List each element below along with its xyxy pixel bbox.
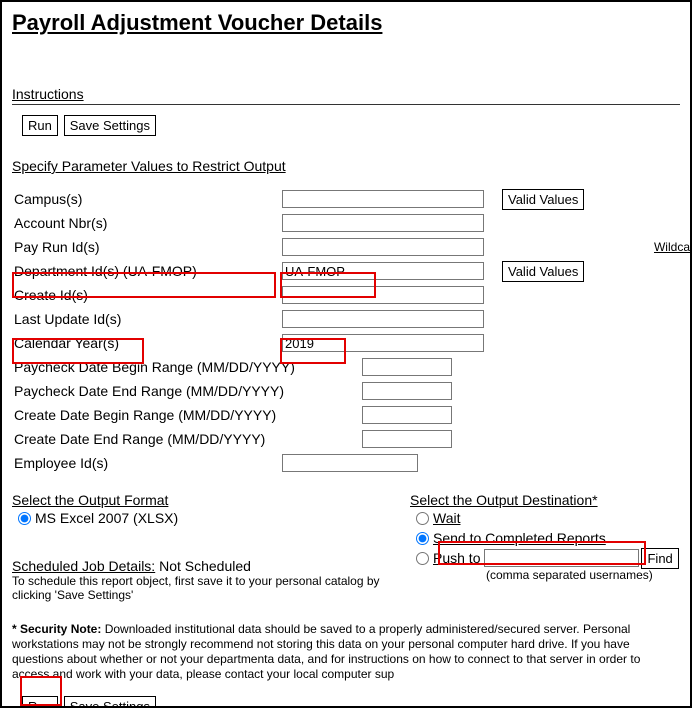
valid-values-button-department[interactable]: Valid Values (502, 261, 584, 282)
dest-send-label[interactable]: Send to Completed Reports (433, 530, 606, 546)
save-settings-button-bottom[interactable]: Save Settings (64, 696, 156, 708)
dest-wait-radio[interactable] (416, 512, 429, 525)
paycheck-begin-label: Paycheck Date Begin Range (MM/DD/YYYY) (12, 359, 362, 375)
run-button[interactable]: Run (22, 115, 58, 136)
paycheck-begin-input[interactable] (362, 358, 452, 376)
divider (12, 104, 680, 105)
calendar-year-label: Calendar Year(s) (12, 335, 282, 351)
create-end-label: Create Date End Range (MM/DD/YYYY) (12, 431, 362, 447)
create-id-label: Create Id(s) (12, 287, 282, 303)
scheduled-value-text: Not Scheduled (159, 558, 251, 574)
output-format-xlsx-label: MS Excel 2007 (XLSX) (35, 510, 178, 526)
employee-id-label: Employee Id(s) (12, 455, 282, 471)
dest-wait-label[interactable]: Wait (433, 510, 460, 526)
create-id-input[interactable] (282, 286, 484, 304)
save-settings-button[interactable]: Save Settings (64, 115, 156, 136)
create-end-input[interactable] (362, 430, 452, 448)
calendar-year-input[interactable] (282, 334, 484, 352)
employee-id-input[interactable] (282, 454, 418, 472)
dest-push-radio[interactable] (416, 552, 429, 565)
wildcard-link[interactable]: Wildca (654, 240, 690, 254)
output-format-xlsx-radio[interactable] (18, 512, 31, 525)
security-note-label: * Security Note: (12, 622, 101, 636)
campus-label: Campus(s) (12, 191, 282, 207)
security-note: * Security Note: Downloaded institutiona… (12, 622, 680, 682)
campus-input[interactable] (282, 190, 484, 208)
output-format-title: Select the Output Format (12, 492, 410, 508)
valid-values-button-campus[interactable]: Valid Values (502, 189, 584, 210)
page-title: Payroll Adjustment Voucher Details (12, 10, 680, 36)
dest-send-radio[interactable] (416, 532, 429, 545)
create-begin-label: Create Date Begin Range (MM/DD/YYYY) (12, 407, 362, 423)
account-nbr-input[interactable] (282, 214, 484, 232)
parameters-section-title: Specify Parameter Values to Restrict Out… (12, 158, 680, 174)
department-id-label: Department Id(s) (UA-FMOP) (12, 263, 282, 279)
create-begin-input[interactable] (362, 406, 452, 424)
comma-note: (comma separated usernames) (486, 568, 680, 582)
find-button[interactable]: Find (641, 548, 678, 569)
department-id-input[interactable] (282, 262, 484, 280)
scheduled-title: Scheduled Job Details: (12, 558, 155, 574)
paycheck-end-input[interactable] (362, 382, 452, 400)
security-note-text: Downloaded institutional data should be … (12, 622, 640, 681)
instructions-heading[interactable]: Instructions (12, 86, 680, 102)
last-update-id-label: Last Update Id(s) (12, 311, 282, 327)
run-button-bottom[interactable]: Run (22, 696, 58, 708)
account-nbr-label: Account Nbr(s) (12, 215, 282, 231)
pay-run-id-input[interactable] (282, 238, 484, 256)
dest-push-label[interactable]: Push to (433, 550, 480, 566)
last-update-id-input[interactable] (282, 310, 484, 328)
scheduled-note: To schedule this report object, first sa… (12, 574, 392, 602)
dest-push-input[interactable] (484, 549, 639, 567)
paycheck-end-label: Paycheck Date End Range (MM/DD/YYYY) (12, 383, 362, 399)
output-destination-title: Select the Output Destination* (410, 492, 680, 508)
pay-run-id-label: Pay Run Id(s) (12, 239, 282, 255)
